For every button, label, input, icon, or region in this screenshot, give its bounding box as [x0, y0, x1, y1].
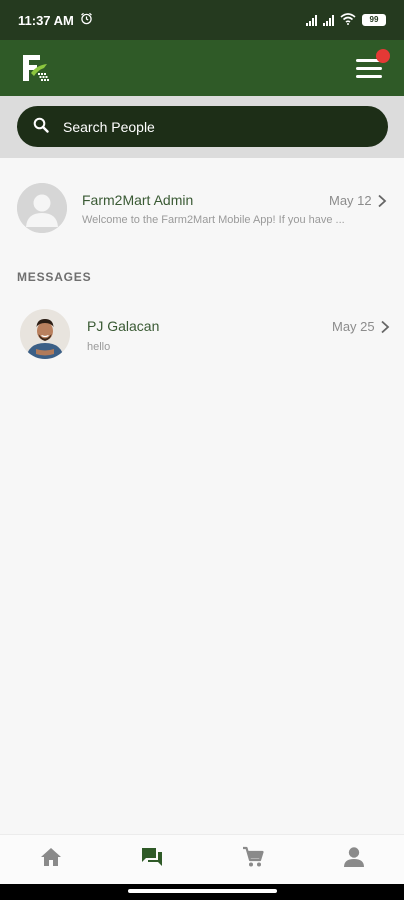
- chat-icon: [141, 847, 163, 872]
- chat-preview: Welcome to the Farm2Mart Mobile App! If …: [82, 214, 345, 226]
- search-bar[interactable]: [17, 106, 388, 147]
- status-left: 11:37 AM: [18, 12, 93, 28]
- wifi-icon: [340, 12, 356, 28]
- avatar-placeholder: [17, 183, 67, 233]
- status-bar: 11:37 AM 99: [0, 0, 404, 40]
- search-input[interactable]: [63, 118, 343, 135]
- chat-date: May 12: [329, 193, 372, 208]
- farm2mart-logo[interactable]: [20, 51, 54, 85]
- nav-messages[interactable]: [132, 840, 172, 880]
- nav-home[interactable]: [31, 840, 71, 880]
- search-container: [0, 96, 404, 158]
- hamburger-menu-icon[interactable]: [356, 49, 390, 79]
- search-icon: [33, 117, 49, 136]
- chat-name: PJ Galacan: [87, 318, 160, 334]
- avatar-photo: [20, 309, 70, 359]
- profile-icon: [343, 846, 365, 873]
- chat-preview: hello: [87, 341, 111, 353]
- signal-icon-2: [323, 14, 334, 26]
- home-icon: [40, 847, 62, 872]
- gesture-bar: [0, 884, 404, 900]
- battery-icon: 99: [362, 14, 386, 26]
- app-bar: [0, 40, 404, 96]
- gesture-handle[interactable]: [128, 889, 277, 893]
- nav-cart[interactable]: [233, 840, 273, 880]
- chat-date: May 25: [332, 319, 375, 334]
- nav-profile[interactable]: [334, 840, 374, 880]
- chat-row-pj-galacan[interactable]: PJ Galacan hello May 25: [0, 302, 404, 366]
- messages-section-label: MESSAGES: [17, 270, 92, 284]
- signal-icon: [306, 14, 317, 26]
- cart-icon: [242, 846, 264, 873]
- status-time: 11:37 AM: [18, 12, 74, 28]
- status-right: 99: [306, 12, 386, 28]
- bottom-nav: [0, 834, 404, 884]
- chat-row-admin[interactable]: Farm2Mart Admin Welcome to the Farm2Mart…: [0, 176, 404, 240]
- chevron-right-icon: [377, 194, 387, 208]
- alarm-icon: [80, 12, 93, 28]
- chat-name: Farm2Mart Admin: [82, 192, 194, 208]
- chevron-right-icon: [380, 320, 390, 334]
- notification-dot: [376, 49, 390, 63]
